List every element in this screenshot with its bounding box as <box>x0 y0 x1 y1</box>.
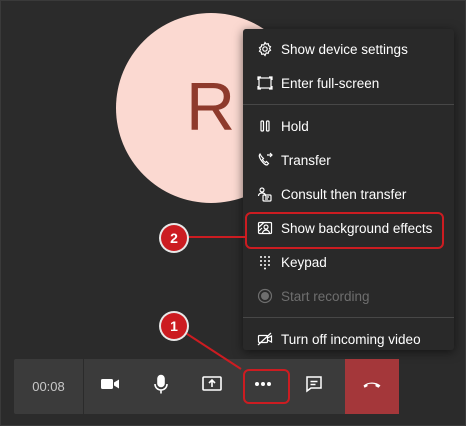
consult-transfer-icon <box>257 186 273 202</box>
record-icon <box>257 288 273 304</box>
menu-item-device-settings[interactable]: Show device settings <box>243 32 454 66</box>
menu-item-hold[interactable]: Hold <box>243 109 454 143</box>
menu-item-keypad[interactable]: Keypad <box>243 245 454 279</box>
camera-button[interactable] <box>84 359 135 414</box>
callout-2: 2 <box>161 225 187 251</box>
pause-icon <box>257 118 273 134</box>
chat-icon <box>303 373 325 400</box>
call-window: R Show device settings Enter full-screen… <box>0 0 466 426</box>
call-controls-toolbar: 00:08 <box>14 359 399 414</box>
fullscreen-icon <box>257 75 273 91</box>
highlight-background-effects <box>245 212 444 249</box>
avatar-initial: R <box>185 69 237 145</box>
menu-item-start-recording: Start recording <box>243 279 454 313</box>
menu-item-label: Consult then transfer <box>281 186 407 202</box>
callout-1: 1 <box>161 313 187 339</box>
menu-item-full-screen[interactable]: Enter full-screen <box>243 66 454 100</box>
menu-item-label: Start recording <box>281 288 370 304</box>
video-off-icon <box>257 331 273 347</box>
share-screen-icon <box>201 373 223 400</box>
more-options-menu: Show device settings Enter full-screen H… <box>243 29 454 350</box>
share-screen-button[interactable] <box>186 359 237 414</box>
microphone-button[interactable] <box>135 359 186 414</box>
call-timer: 00:08 <box>14 359 84 414</box>
menu-item-label: Turn off incoming video <box>281 331 421 347</box>
menu-item-label: Enter full-screen <box>281 75 380 91</box>
hang-up-icon <box>361 373 383 400</box>
gear-icon <box>257 41 273 57</box>
menu-item-transfer[interactable]: Transfer <box>243 143 454 177</box>
camera-icon <box>99 373 121 400</box>
menu-item-label: Keypad <box>281 254 327 270</box>
menu-item-label: Show device settings <box>281 41 408 57</box>
chat-button[interactable] <box>288 359 339 414</box>
menu-divider <box>243 104 454 105</box>
menu-item-label: Transfer <box>281 152 331 168</box>
keypad-icon <box>257 254 273 270</box>
hang-up-button[interactable] <box>345 359 399 414</box>
highlight-more-options <box>243 369 290 404</box>
menu-item-turn-off-video[interactable]: Turn off incoming video <box>243 322 454 356</box>
microphone-icon <box>150 373 172 400</box>
transfer-icon <box>257 152 273 168</box>
menu-divider <box>243 317 454 318</box>
menu-item-consult-transfer[interactable]: Consult then transfer <box>243 177 454 211</box>
menu-item-label: Hold <box>281 118 309 134</box>
